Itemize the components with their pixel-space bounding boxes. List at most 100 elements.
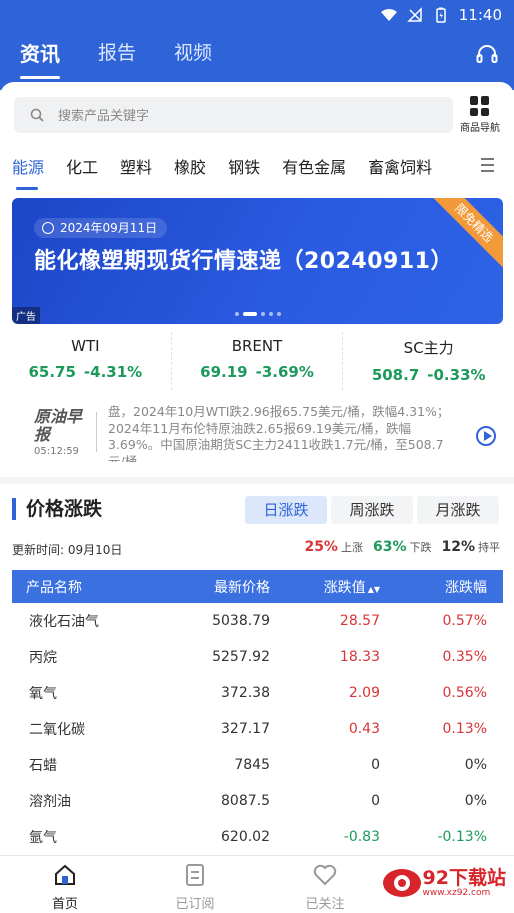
quote-name: WTI [71,337,100,355]
home-icon [55,864,75,885]
latest-price: 8087.5 [221,793,270,809]
product-nav-button[interactable]: 商品导航 [458,96,502,134]
bottom-nav: 首页 已订阅 已关注 92下载站 www.xz92.com [0,855,514,913]
quote-card[interactable]: BRENT 69.19 -3.69% [172,332,344,390]
product-name: 液化石油气 [29,614,99,630]
table-row[interactable]: 氧气 372.38 2.09 0.56% [12,675,503,711]
news-time: 05:12:59 [34,446,79,457]
change-percent: -0.13% [437,829,487,845]
update-time: 更新时间: 09月10日 [12,543,123,557]
category-tab[interactable]: 化工 [66,154,98,178]
banner-date: 2024年09月11日 [34,218,168,238]
price-table: 产品名称 最新价格 涨跌值 ▲▼ 涨跌幅 液化石油气 5038.79 28.57 0.5… [12,570,503,855]
headset-icon[interactable] [476,44,498,64]
product-name: 二氧化碳 [29,722,85,738]
market-stats: 25% 上涨 63% 下跌 12% 持平 [304,539,500,555]
change-value: 2.09 [348,685,380,701]
stat-up: 25% 上涨 [304,539,363,555]
column-header: 产品名称 [26,579,82,596]
table-header: 产品名称 最新价格 涨跌值 ▲▼ 涨跌幅 [12,570,503,603]
change-value: 0 [371,757,380,773]
app-header: 11:40 资讯 报告 视频 [0,0,514,90]
top-tab-bar: 资讯 报告 视频 [20,38,212,79]
change-percent: 0.35% [442,649,487,665]
ad-label: 广告 [12,307,40,324]
stat-down: 63% 下跌 [372,539,432,555]
table-row[interactable]: 氩气 620.02 -0.83 -0.13% [12,819,503,855]
latest-price: 5257.92 [212,649,270,665]
tab-videos[interactable]: 视频 [174,38,212,67]
section-title: 价格涨跌 [12,498,102,520]
tab-monthly[interactable]: 月涨跌 [417,496,499,524]
bottom-tab-home[interactable]: 首页 [0,856,130,913]
table-row[interactable]: 丙烷 5257.92 18.33 0.35% [12,639,503,675]
column-header: 涨跌幅 [445,579,487,596]
product-nav-label: 商品导航 [460,123,500,134]
watermark-logo: 92下载站 www.xz92.com [381,866,506,900]
table-row[interactable]: 石蜡 7845 0 0% [12,747,503,783]
product-name: 石蜡 [29,758,57,774]
crude-quotes: WTI 65.75 -4.31% BRENT 69.19 -3.69% SC主力 5… [0,332,514,390]
tab-news[interactable]: 资讯 [20,38,60,79]
quote-value: 69.19 -3.69% [200,363,314,381]
news-text: 盘，2024年10月WTI跌2.96报65.75美元/桶，跌幅4.31%；202… [108,404,450,462]
status-bar: 11:40 [380,6,502,24]
stat-flat: 12% 持平 [441,539,500,555]
category-tab[interactable]: 有色金属 [282,154,346,178]
grid-icon [470,96,490,116]
tab-weekly[interactable]: 周涨跌 [331,496,413,524]
column-header-sortable[interactable]: 涨跌值 ▲▼ [270,570,382,603]
wifi-icon [380,9,397,21]
tab-daily[interactable]: 日涨跌 [245,496,327,524]
table-row[interactable]: 二氧化碳 327.17 0.43 0.13% [12,711,503,747]
crude-morning-news[interactable]: 原油早报 05:12:59 盘，2024年10月WTI跌2.96报65.75美元… [0,400,514,466]
category-tab[interactable]: 钢铁 [228,154,260,178]
change-percent: 0% [464,793,487,809]
clock-icon [42,222,54,234]
category-tab[interactable]: 橡胶 [174,154,206,178]
quote-name: BRENT [231,337,283,355]
quote-value: 508.7 -0.33% [371,366,486,384]
category-tab[interactable]: 畜禽饲料 [368,154,432,178]
category-tab[interactable]: 塑料 [120,154,152,178]
bottom-tab-followed[interactable]: 已关注 [260,856,390,913]
latest-price: 7845 [234,757,270,773]
battery-icon [436,7,446,23]
change-percent: 0.57% [442,613,487,629]
table-row[interactable]: 溶剂油 8087.5 0 0% [12,783,503,819]
search-box[interactable] [14,97,453,133]
change-value: 28.57 [339,613,380,629]
play-icon[interactable] [476,426,496,446]
change-percent: 0.56% [442,685,487,701]
news-panel: 商品导航 能源 化工 塑料 橡胶 钢铁 有色金属 畜禽饲料 2024年09月11… [0,82,514,477]
product-name: 丙烷 [29,650,57,666]
change-value: -0.83 [343,829,380,845]
divider [96,412,97,452]
watermark-icon [382,869,421,897]
quote-name: SC主力 [403,339,454,357]
quote-card[interactable]: SC主力 508.7 -0.33% [343,332,514,390]
change-value: 18.33 [339,649,380,665]
heart-icon [313,864,337,886]
latest-price: 327.17 [221,721,270,737]
tab-reports[interactable]: 报告 [98,38,136,67]
price-change-section: 价格涨跌 日涨跌 周涨跌 月涨跌 更新时间: 09月10日 25% 上涨 63% 下… [0,484,514,860]
crude-news-logo: 原油早报 05:12:59 [34,407,83,458]
clock-time: 11:40 [458,6,502,24]
search-input[interactable] [58,107,398,123]
range-tabs: 日涨跌 周涨跌 月涨跌 [245,496,499,524]
table-row[interactable]: 液化石油气 5038.79 28.57 0.57% [12,603,503,639]
category-tab[interactable]: 能源 [12,154,44,190]
menu-icon[interactable] [481,158,494,172]
latest-price: 372.38 [221,685,270,701]
product-name: 溶剂油 [29,794,71,810]
column-header: 最新价格 [214,579,270,596]
document-icon [186,864,204,886]
quote-value: 65.75 -4.31% [28,363,143,381]
search-icon [30,108,44,122]
sort-icon: ▲▼ [367,584,380,594]
category-tabs: 能源 化工 塑料 橡胶 钢铁 有色金属 畜禽饲料 [12,154,432,190]
quote-card[interactable]: WTI 65.75 -4.31% [0,332,172,390]
promo-banner[interactable]: 2024年09月11日 能化橡塑期现货行情速递（20240911） 限免精选 广… [12,198,503,324]
bottom-tab-subscribed[interactable]: 已订阅 [130,856,260,913]
